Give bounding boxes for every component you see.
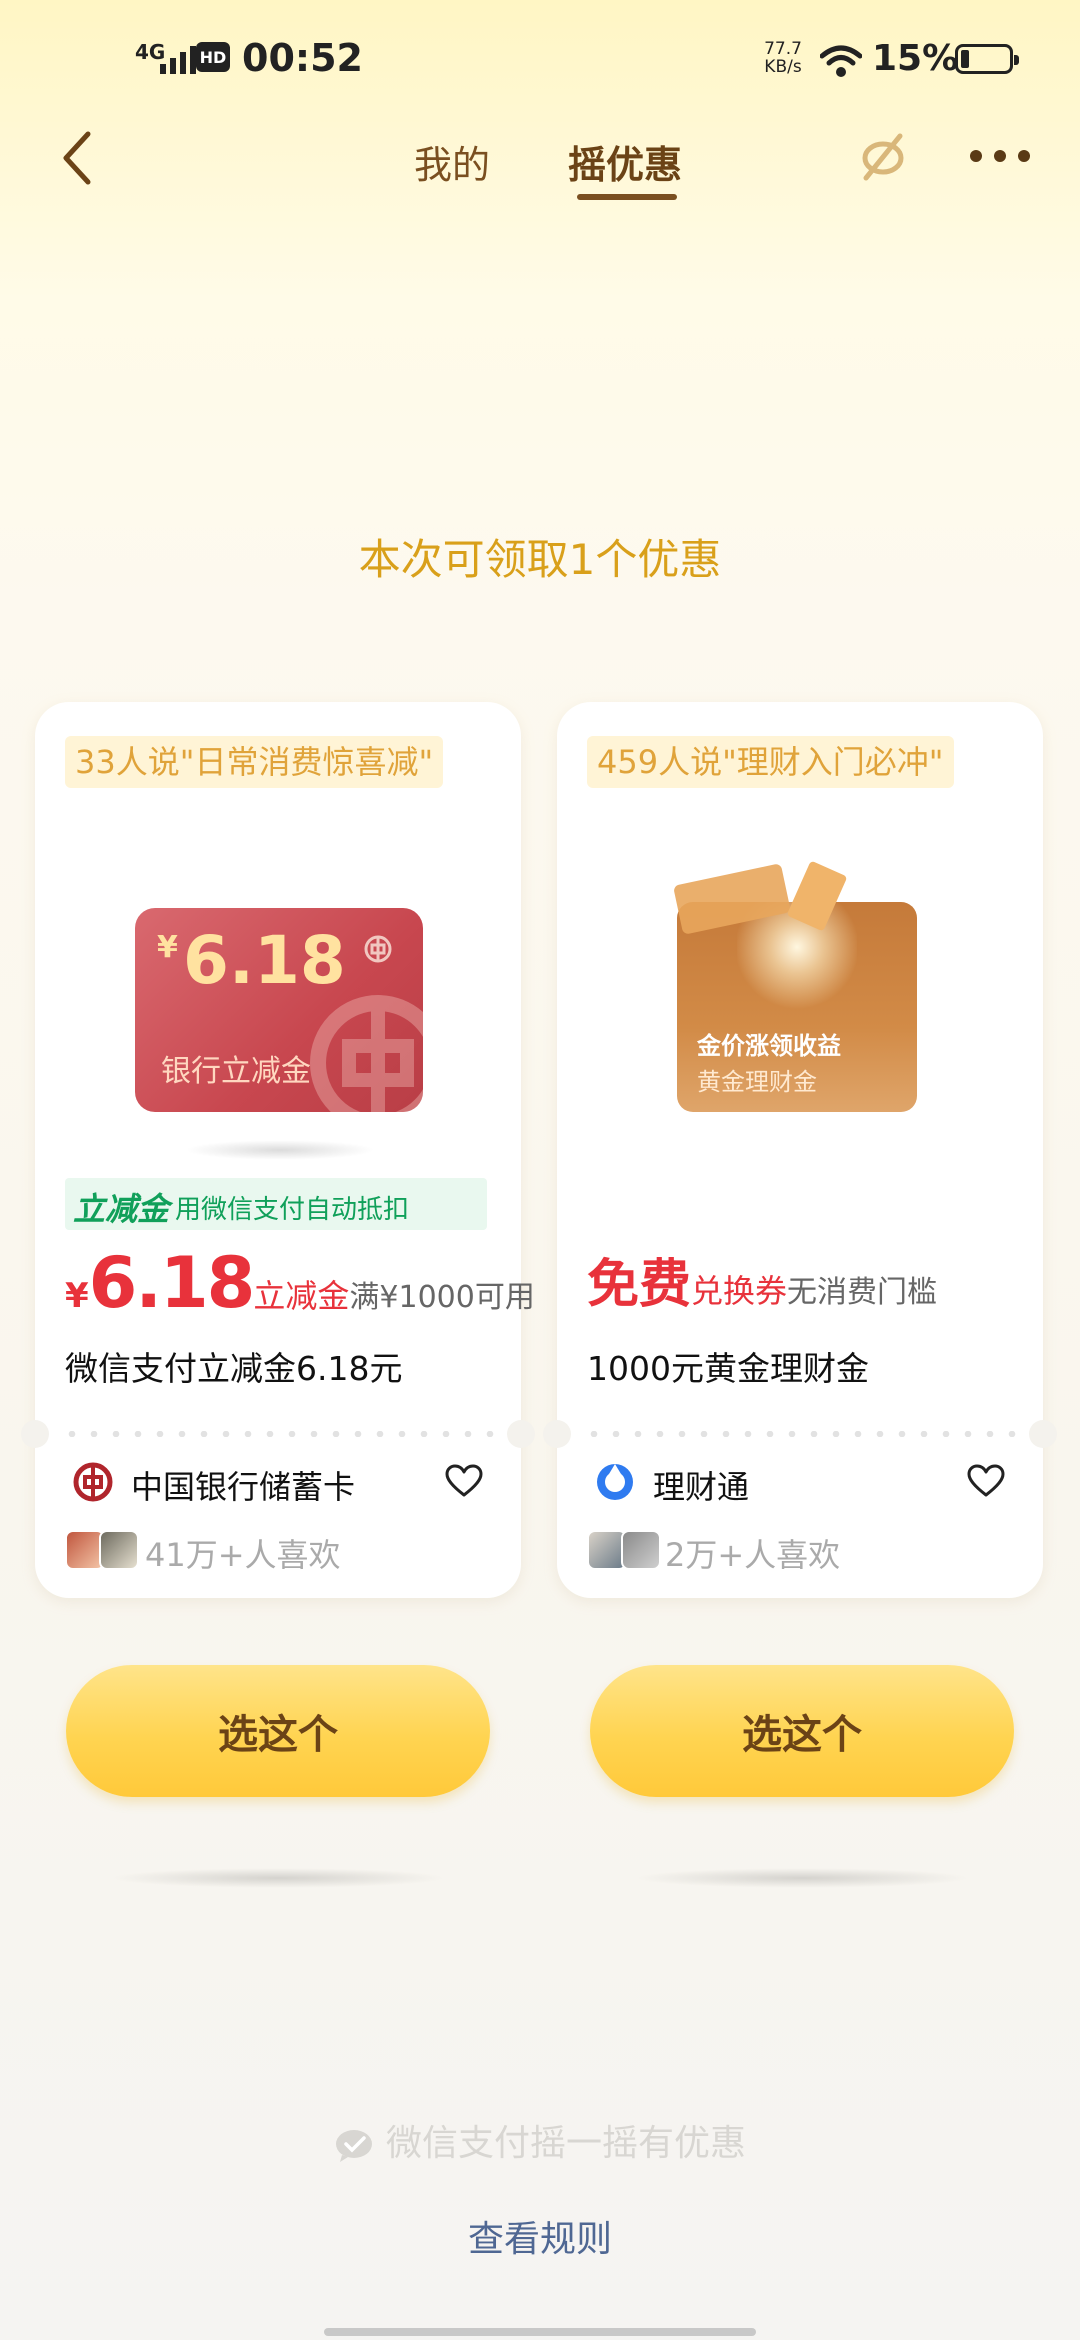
network-speed: 77.7 KB/s: [758, 40, 808, 76]
home-indicator[interactable]: [324, 2328, 756, 2336]
social-quote: 33人说"日常消费惊喜减": [65, 736, 444, 788]
button-shadow: [634, 1868, 970, 1888]
status-bar: 4G HD 00:52 77.7 KB/s 15%: [0, 0, 1080, 120]
button-shadow: [110, 1868, 446, 1888]
choose-gold-offer-button[interactable]: 选这个: [590, 1665, 1014, 1797]
wechat-pay-icon: [335, 2130, 372, 2162]
view-rules-link[interactable]: 查看规则: [0, 2210, 1080, 2262]
perforation-divider: [543, 1420, 1057, 1448]
gold-fund-image: 金价涨领收益 黄金理财金: [673, 860, 917, 1112]
voucher-label: 银行立减金: [161, 1054, 311, 1089]
boc-brand-icon: [73, 1462, 113, 1502]
price-condition: 满¥1000可用: [349, 1280, 535, 1315]
voucher-image: ¥ 6.18 银行立减金: [135, 908, 423, 1112]
wechat-pay-footer: 微信支付摇一摇有优惠: [0, 2114, 1080, 2166]
liker-avatars: [65, 1530, 139, 1570]
promo-tag: 立减金 用微信支付自动抵扣: [65, 1178, 487, 1230]
offer-card-gold[interactable]: 459人说"理财入门必冲" 金价涨领收益 黄金理财金 免费兑换券无消费门槛 10…: [543, 702, 1057, 1598]
licaitong-brand-icon: [597, 1464, 633, 1500]
hide-eye-icon[interactable]: [858, 130, 908, 184]
wifi-icon: [820, 45, 862, 77]
price-free: 免费: [587, 1255, 692, 1315]
battery-icon: [955, 44, 1019, 74]
promo-tag-text: 用微信支付自动抵扣: [175, 1195, 410, 1225]
tab-shake-offers[interactable]: 摇优惠: [568, 134, 682, 189]
boc-logo-icon: [364, 935, 392, 963]
offer-title: 微信支付立减金6.18元: [65, 1349, 403, 1388]
brand-name: 理财通: [653, 1468, 750, 1506]
hd-icon: HD: [196, 42, 230, 72]
promo-tag-bold: 立减金: [73, 1190, 170, 1228]
perforation-divider: [21, 1420, 535, 1448]
price-yen: ¥: [65, 1276, 89, 1316]
liker-avatars: [587, 1530, 661, 1570]
choose-bank-offer-button[interactable]: 选这个: [66, 1665, 490, 1797]
price-unit: 兑换券: [691, 1272, 788, 1310]
voucher-yen: ¥: [157, 930, 178, 965]
gold-line-2: 黄金理财金: [697, 1068, 817, 1096]
voucher-shadow: [185, 1140, 375, 1160]
gold-line-1: 金价涨领收益: [697, 1032, 841, 1060]
heart-icon[interactable]: [967, 1464, 1005, 1498]
speed-value: 77.7: [764, 39, 802, 59]
signal-icon: [160, 44, 196, 74]
clock: 00:52: [242, 36, 363, 80]
price-amount: 6.18: [88, 1242, 256, 1324]
battery-percent: 15%: [872, 38, 959, 79]
wechat-pay-text: 微信支付摇一摇有优惠: [385, 2123, 746, 2164]
more-icon[interactable]: [970, 150, 1030, 162]
offer-card-bank[interactable]: 33人说"日常消费惊喜减" ¥ 6.18 银行立减金 立减金 用微信支付自动抵扣…: [21, 702, 535, 1598]
active-tab-indicator: [577, 194, 677, 200]
price-row: ¥6.18立减金满¥1000可用: [65, 1242, 535, 1324]
boc-watermark-icon: [310, 995, 423, 1112]
price-unit: 立减金: [253, 1277, 350, 1315]
avatar: [99, 1530, 139, 1570]
offer-title: 1000元黄金理财金: [587, 1349, 869, 1388]
price-row: 免费兑换券无消费门槛: [587, 1242, 937, 1322]
gold-fund-box: 金价涨领收益 黄金理财金: [677, 902, 917, 1112]
likes-count: 2万+人喜欢: [665, 1536, 841, 1574]
avatar: [621, 1530, 661, 1570]
price-condition: 无消费门槛: [787, 1275, 938, 1310]
tab-mine[interactable]: 我的: [414, 134, 490, 189]
back-icon[interactable]: [58, 128, 98, 188]
brand-name: 中国银行储蓄卡: [131, 1468, 356, 1506]
speed-unit: KB/s: [764, 57, 802, 77]
heart-icon[interactable]: [445, 1464, 483, 1498]
social-quote: 459人说"理财入门必冲": [587, 736, 954, 788]
page-headline: 本次可领取1个优惠: [358, 535, 722, 584]
likes-count: 41万+人喜欢: [145, 1536, 341, 1574]
